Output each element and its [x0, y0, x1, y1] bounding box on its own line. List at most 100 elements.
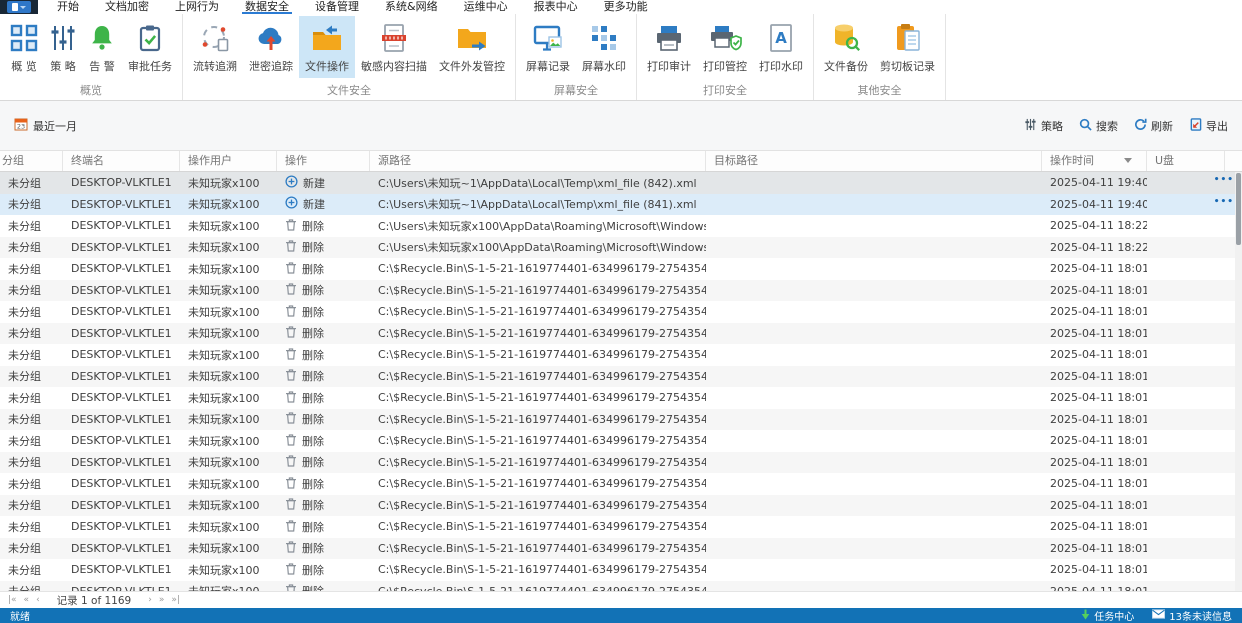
cell-terminal: DESKTOP-VLKTLE1	[71, 240, 172, 254]
ribbon-item-print-watermark[interactable]: A 打印水印	[753, 16, 809, 78]
table-row[interactable]: 未分组 DESKTOP-VLKTLE1 未知玩家x100 删除 C:\$Recy…	[0, 301, 1242, 323]
ribbon-item-screen-watermark[interactable]: 屏幕水印	[576, 16, 632, 78]
table-row[interactable]: 未分组 DESKTOP-VLKTLE1 未知玩家x100 删除 C:\Users…	[0, 215, 1242, 237]
table-row[interactable]: 未分组 DESKTOP-VLKTLE1 未知玩家x100 删除 C:\$Recy…	[0, 559, 1242, 581]
menu-item-7[interactable]: 报表中心	[521, 0, 591, 14]
ribbon-item-file-backup[interactable]: 文件备份	[818, 16, 874, 78]
ribbon-item-overview[interactable]: 概 览	[4, 16, 44, 78]
column-header-source-path[interactable]: 源路径	[370, 151, 706, 171]
cell-time: 2025-04-11 18:01:38	[1050, 283, 1147, 297]
table-row[interactable]: 未分组 DESKTOP-VLKTLE1 未知玩家x100 删除 C:\$Recy…	[0, 322, 1242, 344]
next-page-button[interactable]	[148, 595, 152, 605]
menu-item-2[interactable]: 上网行为	[162, 0, 232, 14]
app-menu-button[interactable]	[7, 1, 31, 13]
menu-item-1[interactable]: 文档加密	[92, 0, 162, 14]
row-more-button[interactable]	[1214, 197, 1234, 207]
export-label: 导出	[1206, 119, 1228, 133]
ribbon-item-screen-record[interactable]: 屏幕记录	[520, 16, 576, 78]
table-row[interactable]: 未分组 DESKTOP-VLKTLE1 未知玩家x100 新建 C:\Users…	[0, 172, 1242, 194]
menu-item-6[interactable]: 运维中心	[451, 0, 521, 14]
table-row[interactable]: 未分组 DESKTOP-VLKTLE1 未知玩家x100 删除 C:\$Recy…	[0, 451, 1242, 473]
cell-source-path: C:\$Recycle.Bin\S-1-5-21-1619774401-6349…	[378, 326, 706, 340]
cell-time: 2025-04-11 18:22:13	[1050, 240, 1147, 254]
menu-item-0[interactable]: 开始	[44, 0, 92, 14]
column-header-usb[interactable]: U盘	[1147, 151, 1225, 171]
table-row[interactable]: 未分组 DESKTOP-VLKTLE1 未知玩家x100 删除 C:\$Recy…	[0, 537, 1242, 559]
vertical-scrollbar[interactable]	[1235, 172, 1242, 591]
unread-messages-label: 13条未读信息	[1169, 612, 1232, 623]
ribbon-item-clipboard-record[interactable]: 剪切板记录	[874, 16, 941, 78]
table-row[interactable]: 未分组 DESKTOP-VLKTLE1 未知玩家x100 新建 C:\Users…	[0, 193, 1242, 215]
cell-terminal: DESKTOP-VLKTLE1	[71, 305, 172, 319]
fast-prev-button[interactable]	[24, 595, 30, 605]
fast-next-button[interactable]	[159, 595, 165, 605]
ribbon-group-print-security: 打印审计 打印管控 A 打印水印 打印安全	[637, 14, 814, 100]
column-header-terminal[interactable]: 终端名	[63, 151, 180, 171]
search-icon	[1079, 118, 1092, 134]
column-header-operation[interactable]: 操作	[277, 151, 370, 171]
ribbon-item-print-audit[interactable]: 打印审计	[641, 16, 697, 78]
cell-terminal: DESKTOP-VLKTLE1	[71, 369, 172, 383]
ribbon-group-name: 概览	[80, 84, 102, 97]
table-row[interactable]: 未分组 DESKTOP-VLKTLE1 未知玩家x100 删除 C:\$Recy…	[0, 258, 1242, 280]
menu-item-8[interactable]: 更多功能	[591, 0, 661, 14]
table-row[interactable]: 未分组 DESKTOP-VLKTLE1 未知玩家x100 删除 C:\$Recy…	[0, 516, 1242, 538]
overview-grid-icon	[10, 21, 38, 55]
delete-icon	[285, 433, 297, 449]
ribbon-item-flow-trace[interactable]: 流转追溯	[187, 16, 243, 78]
policy-button[interactable]: 策略	[1024, 118, 1063, 134]
time-filter-caret-icon[interactable]	[1124, 158, 1132, 163]
ribbon-item-label: 打印管控	[703, 60, 747, 73]
menu-item-3[interactable]: 数据安全	[232, 0, 302, 14]
table-row[interactable]: 未分组 DESKTOP-VLKTLE1 未知玩家x100 删除 C:\$Recy…	[0, 387, 1242, 409]
export-button[interactable]: 导出	[1189, 117, 1228, 134]
cell-group: 未分组	[8, 391, 41, 405]
last-page-button[interactable]	[171, 595, 180, 605]
table-row[interactable]: 未分组 DESKTOP-VLKTLE1 未知玩家x100 删除 C:\$Recy…	[0, 344, 1242, 366]
cell-operation: 新建	[277, 196, 370, 212]
search-button[interactable]: 搜索	[1079, 118, 1118, 134]
table-row[interactable]: 未分组 DESKTOP-VLKTLE1 未知玩家x100 删除 C:\$Recy…	[0, 430, 1242, 452]
file-outgoing-icon	[456, 21, 488, 55]
table-row[interactable]: 未分组 DESKTOP-VLKTLE1 未知玩家x100 删除 C:\Users…	[0, 236, 1242, 258]
ribbon-item-alert[interactable]: 告 警	[82, 16, 122, 78]
ribbon-item-label: 概 览	[11, 60, 37, 73]
column-header-group[interactable]: 分组	[0, 151, 63, 171]
table-row[interactable]: 未分组 DESKTOP-VLKTLE1 未知玩家x100 删除 C:\$Recy…	[0, 408, 1242, 430]
table-row[interactable]: 未分组 DESKTOP-VLKTLE1 未知玩家x100 删除 C:\$Recy…	[0, 279, 1242, 301]
task-center-button[interactable]: 任务中心	[1081, 608, 1134, 623]
table-row[interactable]: 未分组 DESKTOP-VLKTLE1 未知玩家x100 删除 C:\$Recy…	[0, 473, 1242, 495]
scrollbar-thumb[interactable]	[1236, 173, 1241, 245]
ribbon-item-sensitive-scan[interactable]: 敏感内容扫描	[355, 16, 433, 78]
first-page-button[interactable]	[8, 595, 17, 605]
unread-messages-button[interactable]: 13条未读信息	[1152, 608, 1232, 623]
ribbon-item-label: 打印水印	[759, 60, 803, 73]
cell-group: 未分组	[8, 563, 41, 577]
menubar-items: 开始 文档加密 上网行为 数据安全 设备管理 系统&网络 运维中心 报表中心 更多功能	[44, 0, 661, 14]
table-row[interactable]: 未分组 DESKTOP-VLKTLE1 未知玩家x100 删除 C:\$Recy…	[0, 365, 1242, 387]
ribbon-item-file-operation[interactable]: 文件操作	[299, 16, 355, 78]
menu-item-4[interactable]: 设备管理	[302, 0, 372, 14]
column-header-time[interactable]: 操作时间	[1042, 151, 1147, 171]
cell-operation: 删除	[277, 411, 370, 427]
ribbon-item-policy[interactable]: 策 略	[44, 16, 82, 78]
cell-operation: 删除	[277, 433, 370, 449]
refresh-button[interactable]: 刷新	[1134, 118, 1173, 134]
prev-page-button[interactable]	[36, 595, 40, 605]
cell-terminal: DESKTOP-VLKTLE1	[71, 197, 172, 211]
row-more-button[interactable]	[1214, 175, 1234, 185]
ribbon-item-print-control[interactable]: 打印管控	[697, 16, 753, 78]
menu-item-5[interactable]: 系统&网络	[372, 0, 451, 14]
table-row[interactable]: 未分组 DESKTOP-VLKTLE1 未知玩家x100 删除 C:\$Recy…	[0, 494, 1242, 516]
column-header-target-path[interactable]: 目标路径	[706, 151, 1042, 171]
ribbon-group-name: 文件安全	[327, 84, 371, 97]
ribbon-item-leak-track[interactable]: 泄密追踪	[243, 16, 299, 78]
ribbon-item-file-outgoing[interactable]: 文件外发管控	[433, 16, 511, 78]
cell-terminal: DESKTOP-VLKTLE1	[71, 434, 172, 448]
table-row[interactable]: 未分组 DESKTOP-VLKTLE1 未知玩家x100 删除 C:\$Recy…	[0, 580, 1242, 591]
date-range-filter[interactable]: 23 最近一月	[14, 117, 77, 134]
ribbon-item-approval-tasks[interactable]: 审批任务	[122, 16, 178, 78]
cell-terminal: DESKTOP-VLKTLE1	[71, 348, 172, 362]
cell-time: 2025-04-11 18:01:38	[1050, 326, 1147, 340]
column-header-user[interactable]: 操作用户	[180, 151, 277, 171]
